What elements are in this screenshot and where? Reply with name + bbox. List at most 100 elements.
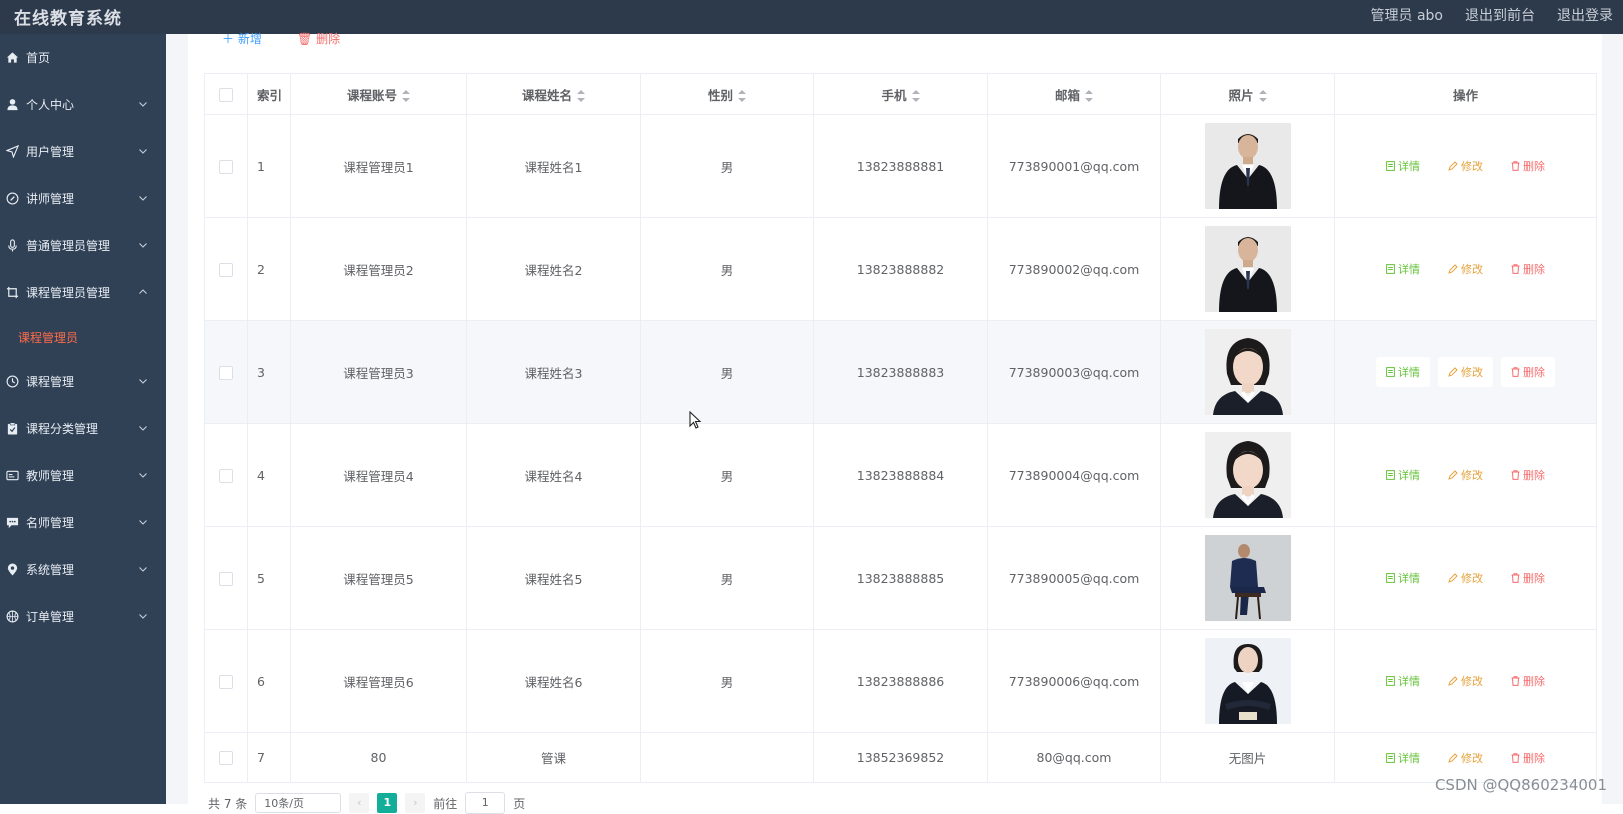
detail-button[interactable]: 详情	[1376, 357, 1430, 387]
detail-button[interactable]: 详情	[1376, 743, 1430, 773]
edit-button[interactable]: 修改	[1438, 743, 1493, 773]
header-phone[interactable]: 手机	[813, 73, 988, 115]
header-name[interactable]: 课程姓名	[466, 73, 641, 115]
row-select-cell[interactable]	[204, 423, 248, 527]
row-delete-button[interactable]: 删除	[1501, 460, 1555, 490]
sidebar-item-label: 教师管理	[26, 469, 75, 483]
email-cell: 773890002@qq.com	[987, 217, 1161, 321]
row-delete-button[interactable]: 删除	[1501, 254, 1555, 284]
current-page[interactable]: 1	[377, 793, 398, 813]
row-delete-button[interactable]: 删除	[1501, 563, 1555, 593]
edit-button[interactable]: 修改	[1438, 151, 1493, 181]
row-checkbox[interactable]	[219, 751, 233, 766]
delete-label: 删除	[1523, 366, 1545, 379]
row-delete-button[interactable]: 删除	[1501, 743, 1555, 773]
account-cell: 课程管理员1	[290, 114, 467, 218]
table-row[interactable]: 3 课程管理员3 课程姓名3 男 13823888883 773890003@qq.com…	[204, 320, 1597, 424]
next-page-button[interactable]: ›	[405, 793, 426, 813]
sidebar-item-5[interactable]: 课程管理员管理	[0, 269, 166, 316]
logout-link[interactable]: 退出登录	[1557, 5, 1613, 25]
document-icon	[1386, 161, 1395, 171]
sidebar-item-3[interactable]: 讲师管理	[0, 175, 166, 222]
index-cell: 1	[247, 114, 291, 218]
row-delete-button[interactable]: 删除	[1501, 151, 1555, 181]
chevron-down-icon	[138, 422, 148, 432]
photo-cell	[1160, 629, 1335, 733]
edit-label: 修改	[1461, 469, 1483, 482]
edit-icon	[1448, 367, 1458, 377]
row-checkbox[interactable]	[219, 571, 233, 586]
edit-button[interactable]: 修改	[1438, 460, 1493, 490]
sidebar-item-1[interactable]: 个人中心	[0, 81, 166, 128]
sort-icon[interactable]	[402, 90, 410, 102]
delete-button[interactable]: 🗑 删除	[297, 30, 340, 47]
goto-page-input[interactable]: 1	[465, 792, 506, 814]
crop-icon	[5, 286, 19, 300]
row-select-cell[interactable]	[204, 629, 248, 733]
prev-page-button[interactable]: ‹	[349, 793, 370, 813]
detail-button[interactable]: 详情	[1376, 151, 1430, 181]
row-select-cell[interactable]	[204, 732, 248, 783]
row-checkbox[interactable]	[219, 365, 233, 380]
table-row[interactable]: 4 课程管理员4 课程姓名4 男 13823888884 773890004@qq.com…	[204, 423, 1597, 527]
sidebar-item-7[interactable]: 课程管理	[0, 358, 166, 405]
sort-icon[interactable]	[577, 90, 585, 102]
gender-cell: 男	[640, 320, 814, 424]
sort-icon[interactable]	[1085, 90, 1093, 102]
sidebar-item-8[interactable]: 课程分类管理	[0, 405, 166, 452]
header-account[interactable]: 课程账号	[290, 73, 467, 115]
name-cell: 课程姓名6	[466, 629, 641, 733]
row-checkbox[interactable]	[219, 468, 233, 483]
select-all-cell[interactable]	[204, 73, 248, 115]
location-icon	[5, 563, 19, 577]
edit-button[interactable]: 修改	[1438, 254, 1493, 284]
sidebar-item-12[interactable]: 订单管理	[0, 593, 166, 640]
edit-label: 修改	[1461, 572, 1483, 585]
sort-icon[interactable]	[911, 90, 920, 102]
detail-button[interactable]: 详情	[1376, 563, 1430, 593]
sidebar-item-9[interactable]: 教师管理	[0, 452, 166, 499]
row-select-cell[interactable]	[204, 217, 248, 321]
edit-icon	[1448, 573, 1458, 583]
table-row[interactable]: 2 课程管理员2 课程姓名2 男 13823888882 773890002@qq.com…	[204, 217, 1597, 321]
sort-icon[interactable]	[1258, 90, 1267, 102]
table-row[interactable]: 1 课程管理员1 课程姓名1 男 13823888881 773890001@qq.com…	[204, 114, 1597, 218]
admin-user-label[interactable]: 管理员 abo	[1371, 5, 1443, 25]
header-photo[interactable]: 照片	[1160, 73, 1335, 115]
header-gender[interactable]: 性别	[640, 73, 814, 115]
row-checkbox[interactable]	[219, 674, 233, 689]
watermark: CSDN @QQ860234001	[1434, 776, 1607, 794]
chevron-down-icon	[138, 98, 148, 108]
back-to-front-link[interactable]: 退出到前台	[1465, 5, 1535, 25]
sidebar-item-sub-6[interactable]: 课程管理员	[0, 316, 166, 358]
select-all-checkbox[interactable]	[219, 87, 233, 102]
header-actions: 操作	[1334, 73, 1597, 115]
row-select-cell[interactable]	[204, 526, 248, 630]
sidebar-item-0[interactable]: 首页	[0, 34, 166, 81]
detail-button[interactable]: 详情	[1376, 666, 1430, 696]
sidebar-item-2[interactable]: 用户管理	[0, 128, 166, 175]
detail-button[interactable]: 详情	[1376, 460, 1430, 490]
row-select-cell[interactable]	[204, 320, 248, 424]
header-email-label: 邮箱	[1054, 87, 1080, 103]
row-delete-button[interactable]: 删除	[1501, 666, 1555, 696]
detail-button[interactable]: 详情	[1376, 254, 1430, 284]
sort-icon[interactable]	[738, 90, 746, 102]
table-row[interactable]: 7 80 管课 13852369852 80@qq.com 无图片 详情 修改 删除	[204, 732, 1597, 783]
add-button[interactable]: ＋ 新增	[222, 30, 262, 47]
row-checkbox[interactable]	[219, 159, 233, 174]
table-row[interactable]: 6 课程管理员6 课程姓名6 男 13823888886 773890006@qq.com…	[204, 629, 1597, 733]
edit-button[interactable]: 修改	[1438, 357, 1493, 387]
row-select-cell[interactable]	[204, 114, 248, 218]
edit-button[interactable]: 修改	[1438, 666, 1493, 696]
sidebar-item-4[interactable]: 普通管理员管理	[0, 222, 166, 269]
page-size-select[interactable]: 10条/页	[255, 793, 342, 813]
row-checkbox[interactable]	[219, 262, 233, 277]
row-delete-button[interactable]: 删除	[1501, 357, 1555, 387]
edit-button[interactable]: 修改	[1438, 563, 1493, 593]
sidebar-item-label: 课程管理	[26, 375, 75, 389]
header-email[interactable]: 邮箱	[987, 73, 1161, 115]
sidebar-item-11[interactable]: 系统管理	[0, 546, 166, 593]
sidebar-item-10[interactable]: 名师管理	[0, 499, 166, 546]
table-row[interactable]: 5 课程管理员5 课程姓名5 男 13823888885 773890005@qq.com…	[204, 526, 1597, 630]
